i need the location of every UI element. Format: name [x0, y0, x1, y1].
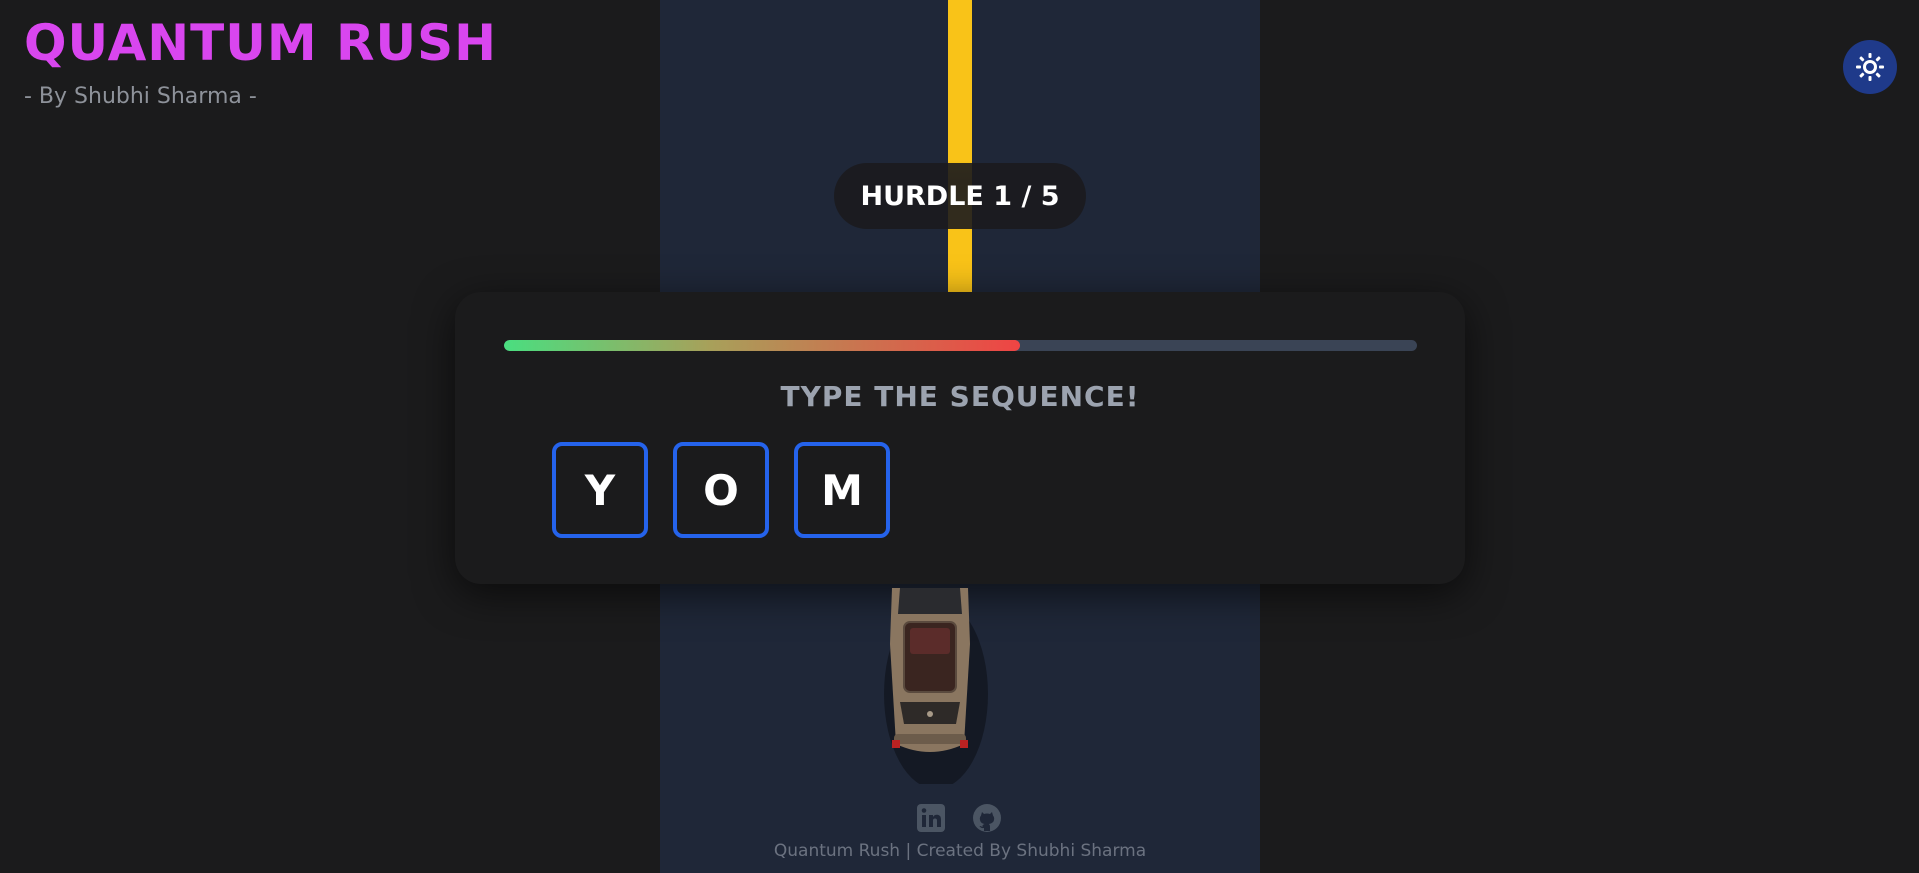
game-title: QUANTUM RUSH	[24, 14, 497, 72]
challenge-panel: TYPE THE SEQUENCE! Y O M	[455, 292, 1465, 584]
sequence-key: M	[794, 442, 890, 538]
timer-bar	[504, 340, 1417, 351]
footer-links	[916, 803, 1002, 833]
sequence-key: O	[673, 442, 769, 538]
challenge-prompt: TYPE THE SEQUENCE!	[780, 380, 1140, 413]
game-subtitle: - By Shubhi Sharma -	[24, 84, 257, 109]
timer-bar-fill	[504, 340, 1020, 351]
hurdle-counter: HURDLE 1 / 5	[834, 163, 1086, 229]
sequence-key: Y	[552, 442, 648, 538]
theme-toggle-button[interactable]	[1843, 40, 1897, 94]
github-icon[interactable]	[972, 803, 1002, 833]
game-page: QUANTUM RUSH - By Shubhi Sharma - HURDLE…	[0, 0, 1919, 873]
sun-icon	[1856, 53, 1884, 81]
linkedin-icon[interactable]	[916, 803, 946, 833]
footer-credit: Quantum Rush | Created By Shubhi Sharma	[773, 841, 1147, 861]
key-sequence: Y O M	[552, 442, 890, 538]
player-car	[884, 588, 988, 784]
lane-divider	[948, 0, 972, 292]
